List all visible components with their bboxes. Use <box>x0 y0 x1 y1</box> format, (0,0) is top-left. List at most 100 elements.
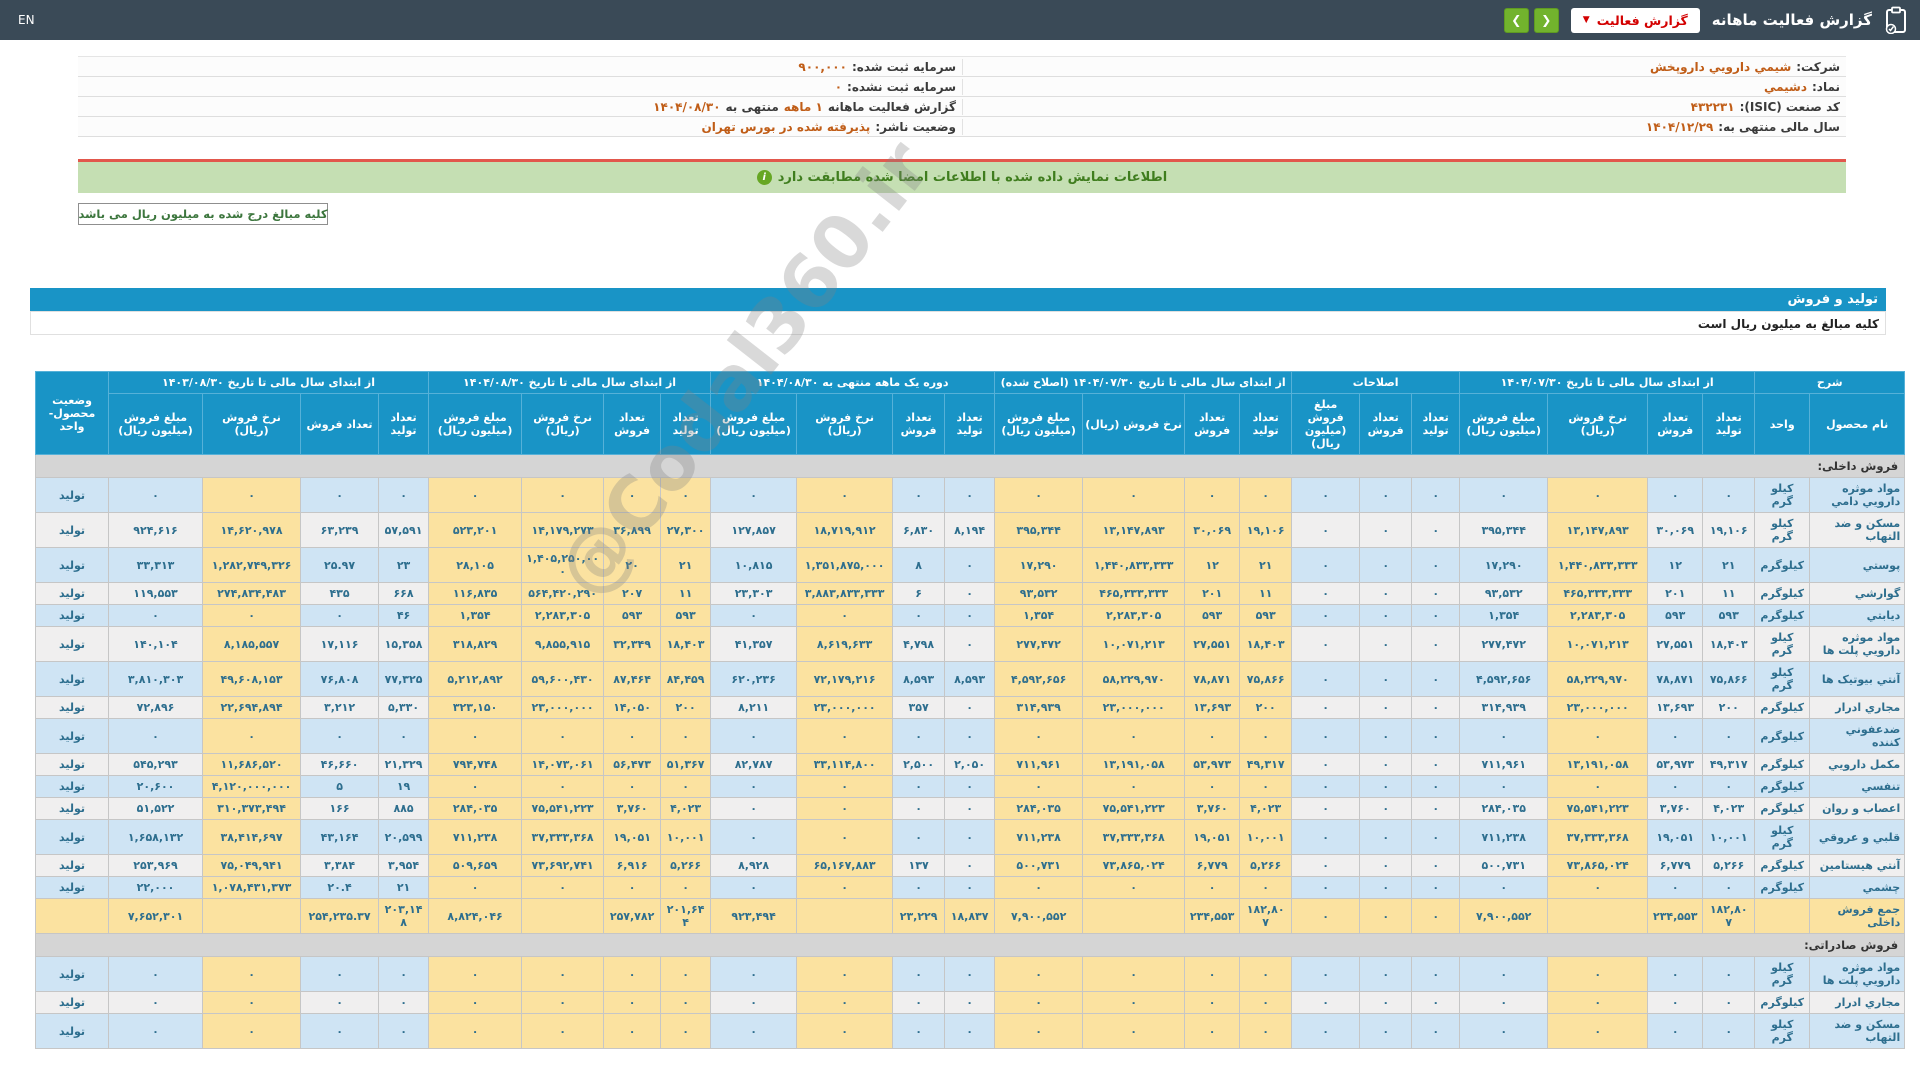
table-cell: ۳۳,۳۱۳ <box>107 547 204 583</box>
section-title: فروش صادراتی: <box>34 933 1906 957</box>
table-cell: ۰ <box>1082 991 1186 1014</box>
table-cell: ۸۸۵ <box>378 797 430 820</box>
table-cell: ۳۵۷ <box>892 696 946 719</box>
column-header: تعداد فروش <box>1359 393 1413 455</box>
table-cell: ۰ <box>1547 956 1649 992</box>
table-cell: ۰ <box>1359 661 1413 697</box>
group-header-one-month-period: دوره یک ماهه منتهی به ۱۴۰۴/۰۸/۳۰ <box>710 371 996 394</box>
table-cell: ۱,۳۵۴ <box>428 604 523 627</box>
table-cell: ۲۱ <box>660 547 712 583</box>
previous-report-button[interactable]: ❮ <box>1503 7 1529 33</box>
table-cell: ۰ <box>892 876 946 899</box>
product-name-cell: مواد موثره دارویي پلت ها <box>1809 626 1906 662</box>
table-cell: ۰ <box>660 477 712 513</box>
table-cell: کیلو گرم <box>1754 626 1811 662</box>
table-cell: ۰ <box>1411 1013 1461 1049</box>
table-cell: ۰ <box>1411 604 1461 627</box>
column-header: نرخ فروش (ریال) <box>1547 393 1649 455</box>
fiscal-year-label: سال مالی منتهی به: <box>1718 119 1840 134</box>
table-cell: ۰ <box>944 582 996 605</box>
column-header: تعداد فروش <box>603 393 662 455</box>
table-cell: ۲۰۰ <box>1239 696 1293 719</box>
table-cell: تولید <box>35 661 109 697</box>
total-row: جمع فروش داخلی ۱۸۲,۸۰۷ ۲۳۴,۵۵۳ ۷,۹۰۰,۵۵۲ ۰ ۰ ۰… <box>35 898 1906 934</box>
table-cell: ۱,۳۵۴ <box>1459 604 1549 627</box>
product-name-cell: ضدعفوني کننده <box>1809 718 1906 754</box>
table-cell: ۰ <box>796 956 894 992</box>
table-cell: ۰ <box>1082 956 1186 992</box>
table-cell <box>1547 898 1649 934</box>
table-cell: ۲۱ <box>1239 547 1293 583</box>
section-row: فروش داخلی: <box>34 454 1906 478</box>
table-cell: ۸ <box>892 547 946 583</box>
production-sales-band: تولید و فروش <box>30 288 1886 311</box>
table-cell: ۰ <box>796 775 894 798</box>
top-navigation-bar: EN گزارش فعالیت ماهانه گزارش فعالیت ▼ ❮ … <box>0 0 1920 40</box>
table-cell: ۱۲۷,۸۵۷ <box>710 512 798 548</box>
table-cell: ۰ <box>1359 604 1413 627</box>
table-cell: ۲۵۳,۹۶۹ <box>107 854 204 877</box>
table-cell: ۰ <box>1702 1013 1756 1049</box>
table-cell: تولید <box>35 477 109 513</box>
table-cell: ۰ <box>1411 582 1461 605</box>
table-cell: ۰ <box>428 956 523 992</box>
table-cell: ۲۳ <box>378 547 430 583</box>
table-cell: ۹۳,۵۳۲ <box>994 582 1084 605</box>
table-cell: ۱۹,۰۵۱ <box>1647 819 1704 855</box>
product-row: آنتي بیوتیک ها کیلو گرم ۷۵,۸۶۶ ۷۸,۸۷۱ ۵۸,۲۲۹… <box>35 661 1906 697</box>
table-cell: ۰ <box>521 775 605 798</box>
table-cell: ۵,۲۶۶ <box>1702 854 1756 877</box>
table-cell: ۵۱,۳۶۷ <box>660 753 712 776</box>
table-cell: ۸,۵۹۳ <box>892 661 946 697</box>
table-cell: ۱۹,۱۰۶ <box>1702 512 1756 548</box>
section-title: فروش داخلی: <box>34 454 1906 478</box>
production-sales-table-wrap: شرح از ابتدای سال مالی تا تاریخ ۱۴۰۴/۰۷/۳… <box>34 371 1906 1049</box>
table-cell: ۰ <box>892 819 946 855</box>
column-header: نرخ فروش (ریال) <box>796 393 894 455</box>
table-cell: ۴۳۵ <box>300 582 380 605</box>
table-cell: ۱۰,۰۰۱ <box>1702 819 1756 855</box>
table-cell: ۳۸,۴۱۴,۶۹۷ <box>202 819 302 855</box>
table-cell: ۰ <box>1184 956 1241 992</box>
table-cell: ۴۱,۳۵۷ <box>710 626 798 662</box>
table-cell: ۶۳,۲۳۹ <box>300 512 380 548</box>
next-report-button[interactable]: ❯ <box>1533 7 1559 33</box>
table-cell: ۰ <box>1411 512 1461 548</box>
table-cell: ۵۳,۹۷۳ <box>1184 753 1241 776</box>
table-cell: ۰ <box>1359 696 1413 719</box>
table-cell: ۳۷,۳۳۳,۳۶۸ <box>521 819 605 855</box>
table-cell: ۲۳۴,۵۵۳ <box>1647 898 1704 934</box>
table-cell: ۰ <box>1291 604 1361 627</box>
language-toggle[interactable]: EN <box>18 13 35 27</box>
table-cell: ۱۳۷ <box>892 854 946 877</box>
table-cell: ۰ <box>428 477 523 513</box>
table-cell: ۱۰,۰۷۱,۲۱۳ <box>1082 626 1186 662</box>
column-header: تعداد فروش <box>892 393 946 455</box>
info-row-company: شرکت: شیمي دارویي داروپخش سرمایه ثبت شده… <box>78 57 1846 77</box>
table-cell: ۲۰۳,۱۴۸ <box>378 898 430 934</box>
table-cell: ۳۲,۳۴۹ <box>603 626 662 662</box>
table-cell: ۱۴۰,۱۰۴ <box>107 626 204 662</box>
table-cell: ۸۷,۴۶۴ <box>603 661 662 697</box>
table-cell: ۷,۶۵۲,۳۰۱ <box>107 898 204 934</box>
table-cell: تولید <box>35 604 109 627</box>
table-cell: ۱۹,۰۵۱ <box>1184 819 1241 855</box>
table-cell: ۱۰,۰۰۱ <box>660 819 712 855</box>
table-cell: ۱۲ <box>1184 547 1241 583</box>
table-cell: ۲۷,۵۵۱ <box>1647 626 1704 662</box>
product-row: مسکن و ضد التهاب کیلو گرم ۱۹,۱۰۶ ۳۰,۰۶۹ ۱۳,۱… <box>35 512 1906 548</box>
column-header: مبلغ فروش (میلیون ریال) <box>1459 393 1549 455</box>
table-cell: ۰ <box>202 604 302 627</box>
table-cell: ۰ <box>1184 718 1241 754</box>
table-cell: ۰ <box>1411 753 1461 776</box>
table-cell: ۲۰۱ <box>1647 582 1704 605</box>
table-cell: ۰ <box>944 547 996 583</box>
report-type-dropdown[interactable]: گزارش فعالیت ▼ <box>1570 7 1700 33</box>
table-cell: ۱۹,۱۰۶ <box>1239 512 1293 548</box>
table-cell: ۱۸۲,۸۰۷ <box>1702 898 1756 934</box>
table-cell: تولید <box>35 956 109 992</box>
table-cell: ۵۱,۵۲۲ <box>107 797 204 820</box>
table-cell: ۵۹۳ <box>660 604 712 627</box>
table-cell: ۳۱۸,۸۲۹ <box>428 626 523 662</box>
table-cell: ۰ <box>1647 718 1704 754</box>
